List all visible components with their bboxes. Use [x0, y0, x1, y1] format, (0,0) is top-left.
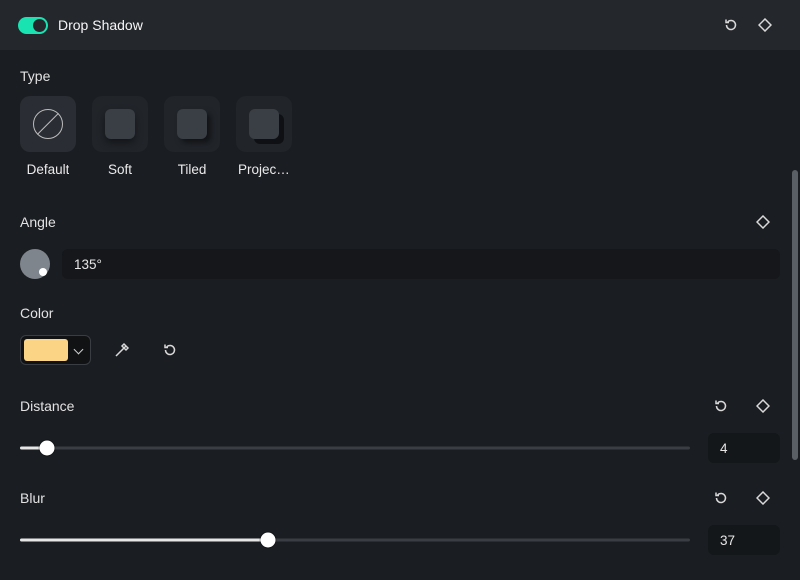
color-label: Color — [20, 305, 780, 321]
type-option-tiled[interactable]: Tiled — [164, 96, 220, 177]
type-options: Default Soft Tiled Projection — [20, 96, 780, 177]
type-option-default[interactable]: Default — [20, 96, 76, 177]
keyframe-icon[interactable] — [746, 389, 780, 423]
type-option-label: Default — [27, 162, 70, 177]
reset-icon[interactable] — [704, 389, 738, 423]
angle-dial[interactable] — [20, 249, 50, 279]
angle-label: Angle — [20, 214, 56, 230]
none-icon — [33, 109, 63, 139]
distance-label: Distance — [20, 398, 74, 414]
drop-shadow-toggle[interactable] — [18, 17, 48, 34]
keyframe-icon[interactable] — [748, 8, 782, 42]
panel-header: Drop Shadow — [0, 0, 800, 50]
panel-title: Drop Shadow — [58, 17, 143, 33]
reset-icon[interactable] — [704, 573, 738, 580]
blur-input[interactable]: 37 — [708, 525, 780, 555]
keyframe-icon[interactable] — [746, 573, 780, 580]
color-picker-button[interactable] — [20, 335, 91, 365]
panel-content: Type Default Soft Tiled Projection Angle — [0, 50, 800, 580]
type-option-label: Soft — [108, 162, 132, 177]
keyframe-icon[interactable] — [746, 205, 780, 239]
type-option-label: Tiled — [178, 162, 207, 177]
eyedropper-icon[interactable] — [105, 333, 139, 367]
keyframe-icon[interactable] — [746, 481, 780, 515]
angle-input[interactable]: 135° — [62, 249, 780, 279]
type-option-projection[interactable]: Projection — [236, 96, 292, 177]
blur-slider[interactable] — [20, 530, 690, 550]
type-label: Type — [20, 68, 780, 84]
color-swatch — [24, 339, 68, 361]
blur-label: Blur — [20, 490, 45, 506]
distance-slider[interactable] — [20, 438, 690, 458]
reset-icon[interactable] — [704, 481, 738, 515]
distance-input[interactable]: 4 — [708, 433, 780, 463]
chevron-down-icon — [74, 345, 84, 355]
reset-icon[interactable] — [153, 333, 187, 367]
reset-icon[interactable] — [714, 8, 748, 42]
scrollbar-thumb[interactable] — [792, 170, 798, 460]
type-option-label: Projection — [238, 162, 290, 177]
type-option-soft[interactable]: Soft — [92, 96, 148, 177]
